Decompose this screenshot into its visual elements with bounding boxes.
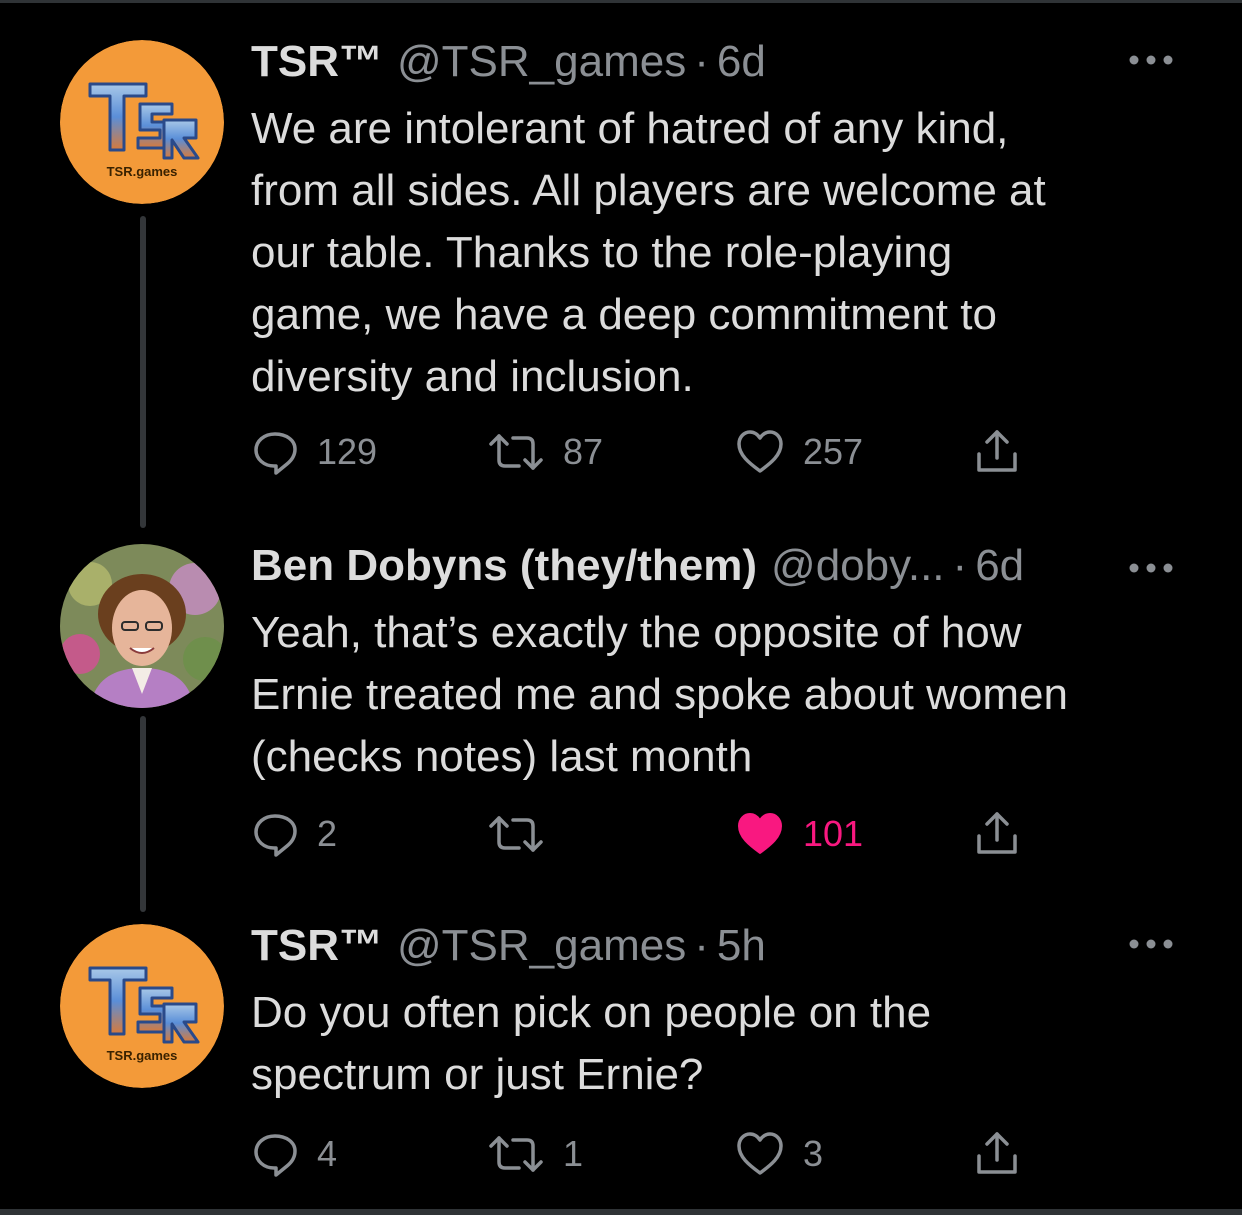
top-border [0,0,1242,3]
user-handle[interactable]: @TSR_games [397,920,686,972]
tweet[interactable]: TSR.games TSR™ @TSR_games · 6d We are in… [0,36,1242,516]
avatar-tsr[interactable]: TSR.games [60,924,224,1088]
retweet-button[interactable]: 87 [487,424,603,480]
heart-icon [735,428,785,476]
display-name[interactable]: TSR™ [251,920,383,972]
share-icon [973,810,1021,858]
tweet[interactable]: Ben Dobyns (they/them) @doby... · 6d Yea… [0,540,1242,900]
like-button[interactable]: 3 [735,1126,823,1182]
retweet-button[interactable]: 1 [487,1126,583,1182]
avatar-ben-dobyns[interactable] [60,544,224,708]
like-count: 3 [803,1133,824,1174]
tweet-header: TSR™ @TSR_games · 5h [251,920,1182,972]
tweet-body: TSR™ @TSR_games · 6d We are intolerant o… [251,36,1182,408]
tweet-text: Do you often pick on people on the spect… [251,988,932,1099]
separator: · [952,541,968,590]
share-icon [973,1130,1021,1178]
tweet-actions: 129 87 257 [251,424,1051,480]
tweet-body: TSR™ @TSR_games · 5h Do you often pick o… [251,920,1182,1106]
timestamp[interactable]: 6d [717,36,766,88]
heart-filled-icon [735,810,785,858]
separator: · [694,37,709,86]
timestamp[interactable]: 5h [717,920,766,972]
reply-count: 4 [317,1133,338,1174]
retweet-icon [487,1130,545,1178]
retweet-icon [487,810,545,858]
tweet-header: TSR™ @TSR_games · 6d [251,36,1182,88]
bottom-border [0,1209,1242,1215]
more-icon[interactable] [1126,934,1176,954]
reply-icon [251,428,299,476]
reply-button[interactable]: 2 [251,806,337,862]
more-icon[interactable] [1126,558,1176,578]
avatar-label: TSR.games [106,164,178,179]
separator: · [694,921,709,970]
user-handle[interactable]: @TSR_games [397,36,686,88]
reply-count: 2 [317,813,338,854]
avatar-label: TSR.games [106,1048,178,1063]
tweet-header: Ben Dobyns (they/them) @doby... · 6d [251,540,1182,592]
like-button[interactable]: 257 [735,424,863,480]
tweet-actions: 4 1 3 [251,1126,1051,1182]
tweet-text: We are intolerant of hatred of any kind,… [251,104,1046,401]
share-button[interactable] [973,806,1021,862]
avatar-tsr[interactable]: TSR.games [60,40,224,204]
retweet-count: 87 [563,431,604,472]
like-count: 257 [803,431,864,472]
reply-icon [251,810,299,858]
reply-icon [251,1130,299,1178]
like-button[interactable]: 101 [735,806,863,862]
share-button[interactable] [973,1126,1021,1182]
tweet[interactable]: TSR.games TSR™ @TSR_games · 5h Do you of… [0,920,1242,1200]
reply-button[interactable]: 129 [251,424,377,480]
retweet-button[interactable] [487,806,563,862]
retweet-icon [487,428,545,476]
reply-button[interactable]: 4 [251,1126,337,1182]
timestamp[interactable]: 6d [975,540,1024,592]
more-icon[interactable] [1126,50,1176,70]
tweet-actions: 2 101 [251,806,1051,862]
retweet-count: 1 [563,1133,584,1174]
heart-icon [735,1130,785,1178]
share-button[interactable] [973,424,1021,480]
share-icon [973,428,1021,476]
like-count: 101 [803,813,864,854]
tweet-text: Yeah, that’s exactly the opposite of how… [251,608,1068,781]
user-handle[interactable]: @doby... [771,540,945,592]
reply-count: 129 [317,431,378,472]
tweet-body: Ben Dobyns (they/them) @doby... · 6d Yea… [251,540,1182,788]
display-name[interactable]: Ben Dobyns (they/them) [251,540,757,592]
display-name[interactable]: TSR™ [251,36,383,88]
